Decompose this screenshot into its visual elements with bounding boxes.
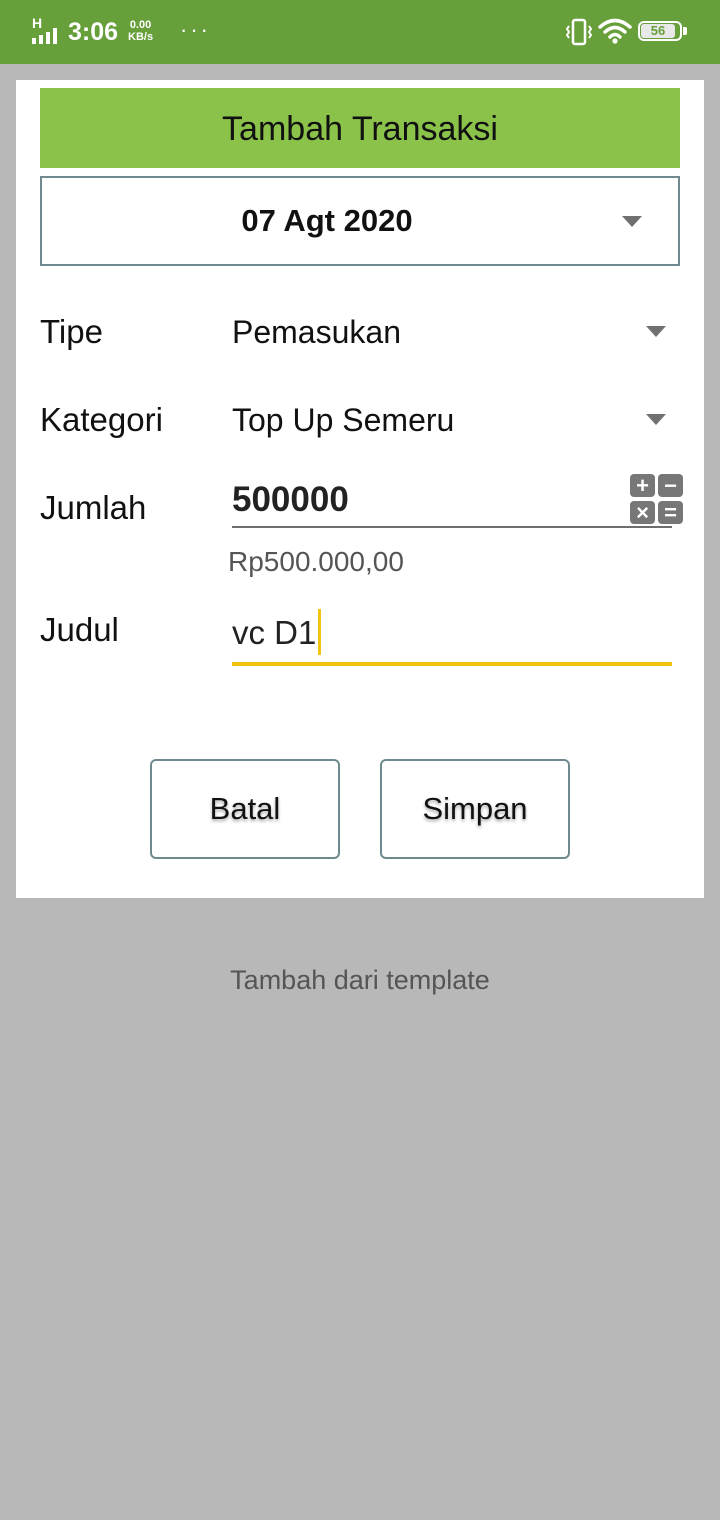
text-cursor [318,609,322,656]
wifi-icon [598,18,632,44]
calculator-button[interactable]: + − × = [630,474,686,526]
amount-formatted: Rp500.000,00 [228,546,404,577]
signal-icon: H [30,16,64,44]
network-speed: 0.00 KB/s [128,19,153,43]
type-label: Tipe [40,313,103,350]
vibrate-icon [566,18,592,46]
category-label: Kategori [40,401,163,438]
cancel-button[interactable]: Batal [150,759,340,859]
equals-icon: = [658,501,683,524]
amount-label: Jumlah [40,489,147,526]
title-input[interactable]: vc D1 [232,604,672,666]
times-icon: × [630,501,655,524]
minus-icon: − [658,474,683,497]
speed-unit: KB/s [128,31,154,43]
plus-icon: + [630,474,655,497]
type-value: Pemasukan [232,314,401,350]
date-value: 07 Agt 2020 [241,203,413,238]
category-dropdown[interactable]: Top Up Semeru [232,390,680,450]
chevron-down-icon [646,326,666,337]
dialog-title: Tambah Transaksi [40,88,680,168]
more-notifications-icon: ··· [180,17,211,42]
network-type-label: H [32,15,43,31]
title-input-value: vc D1 [232,614,317,651]
category-value: Top Up Semeru [232,402,455,438]
chevron-down-icon [622,216,642,227]
amount-input[interactable]: 500000 [232,476,672,528]
battery-level: 56 [650,23,666,38]
title-label: Judul [40,611,119,648]
status-bar: H 3:06 0.00 KB/s ··· 56 [0,0,720,64]
date-picker[interactable]: 07 Agt 2020 [40,176,680,266]
type-dropdown[interactable]: Pemasukan [232,302,680,362]
save-button[interactable]: Simpan [380,759,570,859]
add-from-template-link[interactable]: Tambah dari template [0,960,720,1000]
chevron-down-icon [646,414,666,425]
add-transaction-dialog: Tambah Transaksi 07 Agt 2020 Tipe Pemasu… [16,80,704,898]
clock: 3:06 [68,18,119,46]
battery-icon: 56 [638,21,688,43]
speed-value: 0.00 [129,19,152,31]
